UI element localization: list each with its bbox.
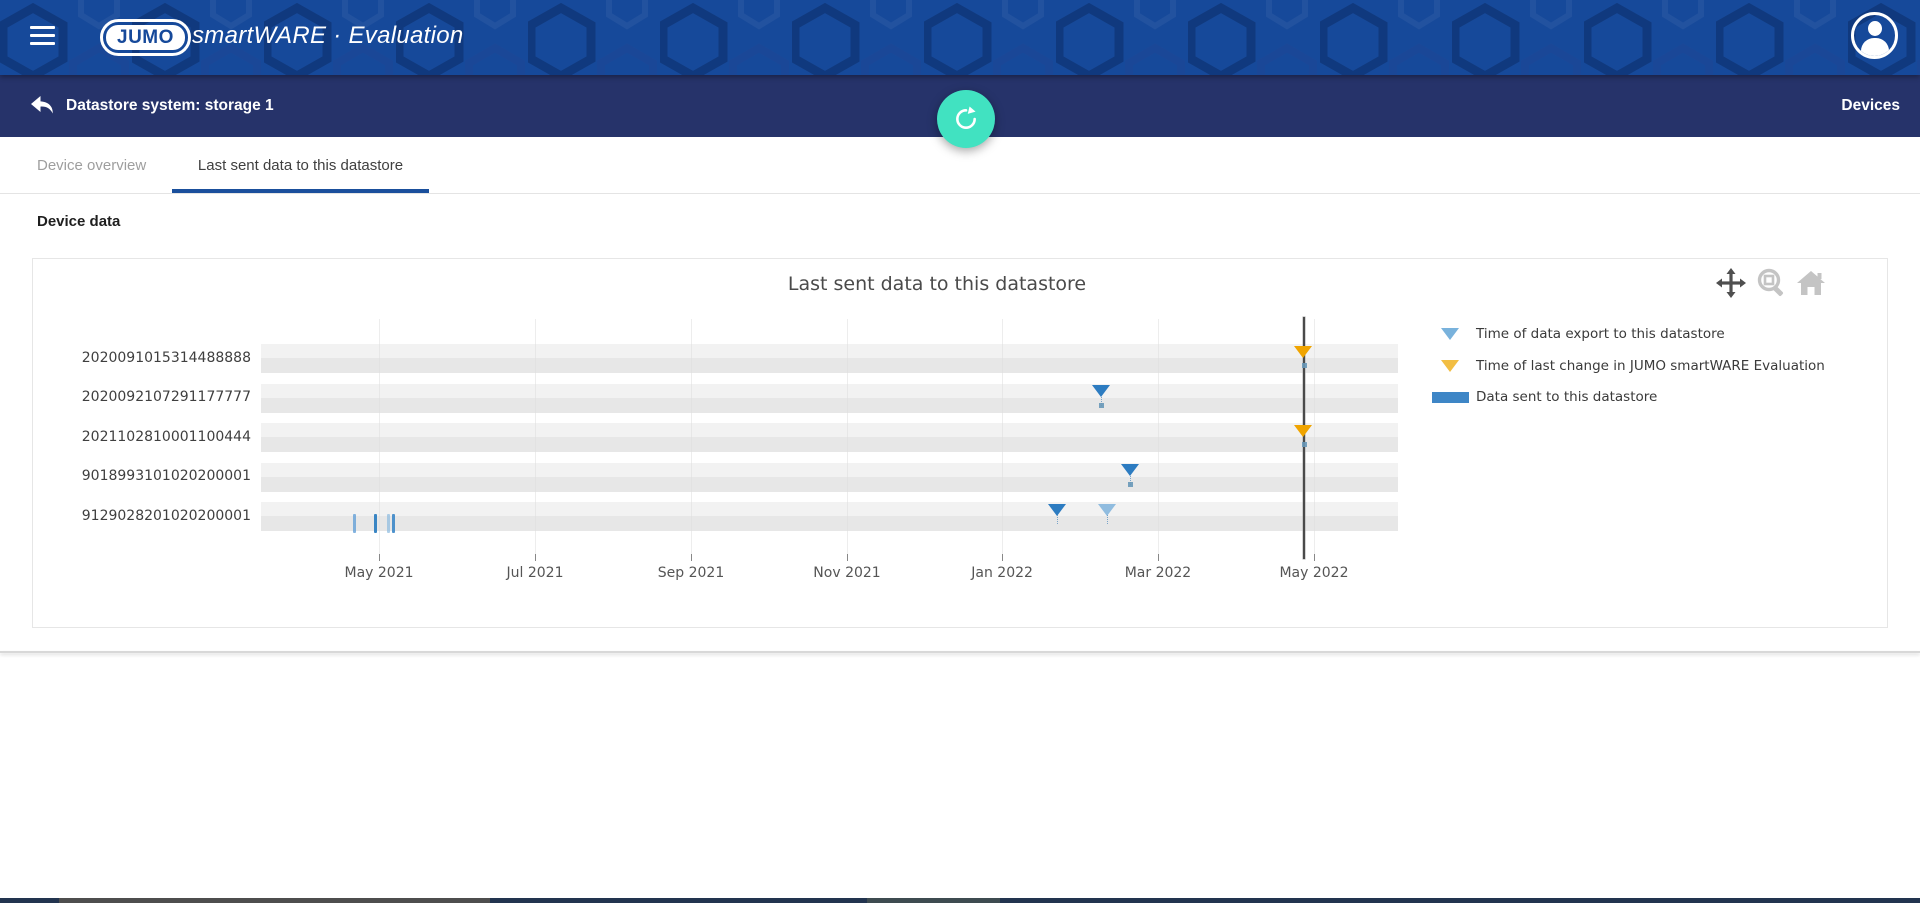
vertical-gridline bbox=[535, 319, 536, 554]
device-row-marker-band bbox=[261, 463, 1398, 477]
y-axis-device-id: 9129028201020200001 bbox=[43, 508, 251, 524]
device-row-data-band bbox=[261, 358, 1398, 373]
device-row-data-band bbox=[261, 477, 1398, 492]
data-sent-bar-marker bbox=[374, 514, 377, 533]
legend-label: Time of last change in JUMO smartWARE Ev… bbox=[1476, 358, 1825, 374]
y-axis-device-id: 2020092107291177777 bbox=[43, 389, 251, 405]
legend-label: Time of data export to this datastore bbox=[1476, 326, 1725, 342]
data-sent-dot-marker bbox=[1302, 442, 1307, 447]
refresh-button[interactable] bbox=[937, 90, 995, 148]
refresh-icon bbox=[953, 106, 979, 132]
x-axis-tick bbox=[1002, 554, 1003, 561]
triangle-down-icon bbox=[1441, 328, 1459, 340]
device-row-data-band bbox=[261, 437, 1398, 452]
x-axis-tick-label: Jan 2022 bbox=[947, 565, 1057, 581]
x-axis-tick-label: Sep 2021 bbox=[636, 565, 746, 581]
scrollbar-segment bbox=[867, 898, 1000, 903]
data-export-triangle-marker bbox=[1098, 504, 1116, 516]
content-divider bbox=[0, 651, 1920, 653]
vertical-gridline bbox=[1158, 319, 1159, 554]
x-axis-tick bbox=[691, 554, 692, 561]
device-row-marker-band bbox=[261, 344, 1398, 358]
timeline-plot[interactable]: 2020091015314488888202009210729117777720… bbox=[261, 319, 1398, 554]
tab-last-sent-data[interactable]: Last sent data to this datastore bbox=[172, 137, 429, 193]
legend-item-data-export: Time of data export to this datastore bbox=[1428, 323, 1725, 345]
data-export-triangle-marker bbox=[1092, 385, 1110, 397]
data-export-triangle-marker bbox=[1048, 504, 1066, 516]
legend-label: Data sent to this datastore bbox=[1476, 389, 1657, 405]
triangle-down-icon bbox=[1441, 360, 1459, 372]
menu-icon[interactable] bbox=[30, 26, 55, 48]
device-row-data-band bbox=[261, 398, 1398, 413]
data-sent-bar-marker bbox=[387, 514, 390, 533]
x-axis-tick-label: Mar 2022 bbox=[1103, 565, 1213, 581]
chart-toolbar bbox=[1715, 267, 1826, 298]
bottom-scrollbar-track bbox=[0, 898, 1920, 903]
avatar-body-icon bbox=[1861, 38, 1889, 59]
x-axis-tick bbox=[379, 554, 380, 561]
x-axis-tick bbox=[1314, 554, 1315, 561]
last-change-triangle-marker bbox=[1294, 425, 1312, 437]
last-change-triangle-marker bbox=[1294, 346, 1312, 358]
devices-link[interactable]: Devices bbox=[1841, 97, 1900, 115]
legend-item-last-change: Time of last change in JUMO smartWARE Ev… bbox=[1428, 355, 1825, 377]
data-sent-bar-marker bbox=[392, 514, 395, 533]
data-sent-bar-marker bbox=[353, 514, 356, 533]
device-row-marker-band bbox=[261, 502, 1398, 516]
tab-device-overview[interactable]: Device overview bbox=[37, 137, 146, 193]
y-axis-device-id: 2021102810001100444 bbox=[43, 429, 251, 445]
vertical-gridline bbox=[847, 319, 848, 554]
vertical-gridline bbox=[691, 319, 692, 554]
marker-connector-line bbox=[1057, 515, 1058, 524]
x-axis-tick-label: Nov 2021 bbox=[792, 565, 902, 581]
page-title: Datastore system: storage 1 bbox=[66, 97, 274, 115]
reset-home-tool-icon[interactable] bbox=[1795, 267, 1826, 298]
horizontal-scrollbar-thumb[interactable] bbox=[59, 898, 490, 903]
legend-item-data-sent: Data sent to this datastore bbox=[1428, 386, 1657, 408]
avatar-head-icon bbox=[1868, 21, 1882, 36]
user-avatar[interactable] bbox=[1851, 12, 1898, 59]
device-row-data-band bbox=[261, 516, 1398, 531]
data-sent-dot-marker bbox=[1099, 403, 1104, 408]
back-icon[interactable] bbox=[30, 95, 54, 117]
y-axis-device-id: 9018993101020200001 bbox=[43, 468, 251, 484]
app-title: smartWARE · Evaluation bbox=[192, 22, 464, 50]
x-axis-tick-label: May 2021 bbox=[324, 565, 434, 581]
jumo-logo-text: JUMO bbox=[106, 25, 185, 50]
data-sent-dot-marker bbox=[1128, 482, 1133, 487]
x-axis-tick bbox=[847, 554, 848, 561]
vertical-gridline bbox=[1314, 319, 1315, 554]
x-axis-tick bbox=[535, 554, 536, 561]
marker-connector-line bbox=[1107, 515, 1108, 524]
bar-swatch-icon bbox=[1432, 392, 1469, 403]
x-axis-tick-label: Jul 2021 bbox=[480, 565, 590, 581]
x-axis-tick-label: May 2022 bbox=[1259, 565, 1369, 581]
device-row-marker-band bbox=[261, 423, 1398, 437]
app-header: JUMO smartWARE · Evaluation bbox=[0, 0, 1920, 75]
box-zoom-tool-icon[interactable] bbox=[1755, 267, 1786, 298]
pan-tool-icon[interactable] bbox=[1715, 267, 1746, 298]
vertical-gridline bbox=[379, 319, 380, 554]
chart-panel: Last sent data to this datastore bbox=[32, 258, 1888, 628]
chart-title: Last sent data to this datastore bbox=[687, 273, 1187, 295]
x-axis-tick bbox=[1158, 554, 1159, 561]
device-row-marker-band bbox=[261, 384, 1398, 398]
section-title: Device data bbox=[37, 213, 120, 230]
vertical-gridline bbox=[1002, 319, 1003, 554]
data-export-triangle-marker bbox=[1121, 464, 1139, 476]
jumo-logo: JUMO bbox=[100, 19, 191, 56]
data-sent-dot-marker bbox=[1302, 363, 1307, 368]
y-axis-device-id: 2020091015314488888 bbox=[43, 350, 251, 366]
